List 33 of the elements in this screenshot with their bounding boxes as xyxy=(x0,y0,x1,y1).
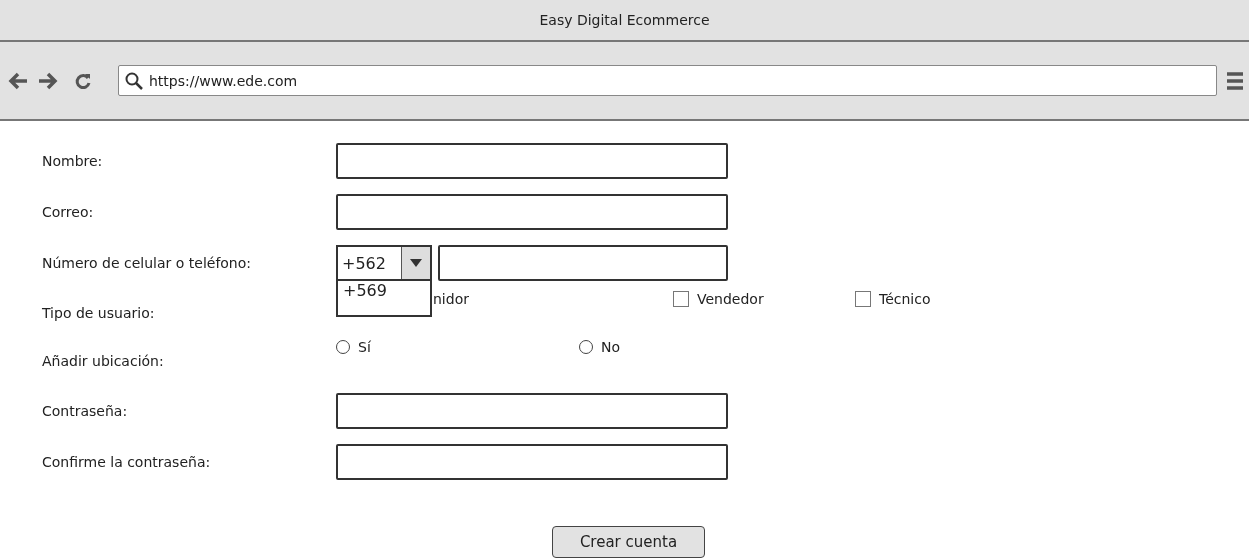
radio-button[interactable] xyxy=(579,340,593,354)
menu-icon[interactable] xyxy=(1227,70,1243,91)
checkbox-label: Vendedor xyxy=(697,291,764,307)
reload-icon[interactable] xyxy=(74,71,92,90)
address-bar[interactable]: https://www.ede.com xyxy=(118,65,1217,96)
checkbox[interactable] xyxy=(855,291,871,307)
field-label: Correo: xyxy=(42,204,95,220)
field-label: Confirme la contraseña: xyxy=(42,454,212,470)
caret-icon xyxy=(410,259,422,267)
back-arrow-icon[interactable] xyxy=(8,71,28,90)
radio-label: Sí xyxy=(358,339,371,355)
text-field[interactable] xyxy=(336,143,728,179)
window-title: Easy Digital Ecommerce xyxy=(539,12,710,28)
text-field[interactable] xyxy=(336,194,728,230)
text-field[interactable] xyxy=(336,393,728,429)
checkbox[interactable] xyxy=(673,291,689,307)
field-label: Añadir ubicación: xyxy=(42,353,165,369)
field-label: Nombre: xyxy=(42,153,104,169)
dropdown-option[interactable]: +569 xyxy=(338,281,430,300)
search-icon xyxy=(125,71,143,90)
radio-button[interactable] xyxy=(336,340,350,354)
checkbox-label: Técnico xyxy=(879,291,931,307)
create-account-button[interactable]: Crear cuenta xyxy=(552,526,705,558)
text-field[interactable] xyxy=(336,444,728,480)
checkbox-label: nidor xyxy=(433,291,469,307)
field-label: Número de celular o teléfono: xyxy=(42,255,253,271)
field-label: Tipo de usuario: xyxy=(42,305,156,321)
forward-arrow-icon[interactable] xyxy=(38,71,58,90)
phone-field[interactable] xyxy=(438,245,728,281)
radio-label: No xyxy=(601,339,621,355)
prefix-dropdown[interactable]: +562 xyxy=(336,245,432,281)
url-text: https://www.ede.com xyxy=(149,72,298,89)
field-label: Contraseña: xyxy=(42,403,129,419)
